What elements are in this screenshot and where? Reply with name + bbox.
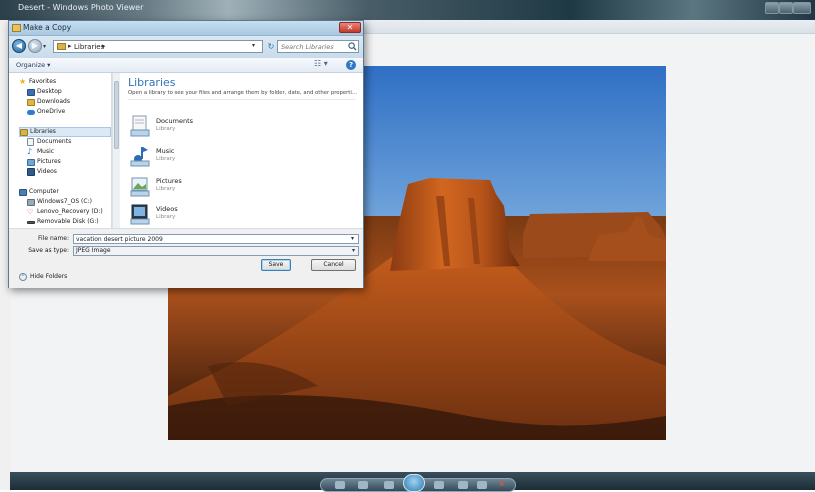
rotate-left-icon[interactable] bbox=[458, 481, 468, 489]
search-icon[interactable] bbox=[348, 42, 357, 51]
cloud-icon bbox=[27, 110, 35, 115]
search-box[interactable] bbox=[277, 40, 359, 53]
breadcrumb-separator[interactable]: ▸ bbox=[102, 42, 106, 50]
library-name: Videos bbox=[156, 205, 178, 213]
nav-label: Downloads bbox=[37, 98, 70, 105]
libraries-header: Libraries bbox=[128, 76, 176, 89]
nav-label: Desktop bbox=[37, 88, 62, 95]
savetype-value: JPEG Image bbox=[76, 247, 111, 254]
music-library-icon bbox=[130, 147, 150, 167]
libraries-description: Open a library to see your files and arr… bbox=[128, 90, 357, 96]
recent-locations-icon[interactable]: ▾ bbox=[43, 43, 46, 50]
zoom-icon[interactable] bbox=[335, 481, 345, 489]
minimize-button[interactable] bbox=[765, 2, 779, 14]
nav-label: Removable Disk (G:) bbox=[37, 218, 99, 225]
forward-button[interactable]: ▶ bbox=[28, 39, 42, 53]
libraries-icon bbox=[57, 43, 66, 50]
collapse-icon: ⌃ bbox=[19, 273, 27, 281]
library-item-pictures[interactable]: Pictures Library bbox=[130, 175, 250, 201]
nav-label: OneDrive bbox=[37, 108, 66, 115]
dialog-title: Make a Copy bbox=[23, 23, 72, 32]
divider bbox=[128, 99, 356, 100]
dialog-close-button[interactable]: ✕ bbox=[339, 22, 361, 33]
cancel-button[interactable]: Cancel bbox=[311, 259, 356, 271]
nav-label: Favorites bbox=[29, 78, 57, 85]
nav-label: Pictures bbox=[37, 158, 61, 165]
delete-icon[interactable]: ✕ bbox=[497, 480, 507, 490]
libraries-icon bbox=[20, 129, 28, 136]
save-as-type-select[interactable]: JPEG Image ▾ bbox=[73, 246, 359, 256]
command-bar: Organize ▾ ☷ ▾ ? bbox=[9, 58, 363, 73]
content-pane: Libraries Open a library to see your fil… bbox=[120, 73, 363, 228]
make-a-copy-dialog: Make a Copy ✕ ◀ ▶ ▾ ▸ Libraries ▸ ▾ ↻ Or… bbox=[8, 20, 364, 288]
dialog-titlebar[interactable]: Make a Copy ✕ bbox=[9, 21, 363, 36]
maximize-button[interactable] bbox=[779, 2, 793, 14]
nav-label: Videos bbox=[37, 168, 57, 175]
savetype-dropdown-icon[interactable]: ▾ bbox=[352, 247, 355, 254]
viewer-close-button[interactable] bbox=[793, 2, 811, 14]
breadcrumb-libraries[interactable]: Libraries bbox=[74, 43, 104, 51]
filename-label: File name: bbox=[38, 235, 69, 242]
filename-dropdown-icon[interactable]: ▾ bbox=[351, 235, 354, 242]
recovery-drive-icon: ♡ bbox=[27, 208, 34, 216]
library-type: Library bbox=[156, 126, 176, 132]
computer-icon bbox=[19, 189, 27, 196]
documents-icon bbox=[27, 138, 34, 146]
next-icon[interactable] bbox=[434, 481, 444, 489]
rotate-right-icon[interactable] bbox=[477, 481, 487, 489]
navigation-pane: ★ Favorites Desktop Downloads OneDrive L… bbox=[9, 73, 112, 228]
previous-icon[interactable] bbox=[384, 481, 394, 489]
help-icon[interactable]: ? bbox=[346, 60, 356, 70]
save-button[interactable]: Save bbox=[261, 259, 291, 271]
documents-library-icon bbox=[130, 115, 150, 137]
address-row: ◀ ▶ ▾ ▸ Libraries ▸ ▾ ↻ bbox=[9, 36, 363, 58]
library-item-documents[interactable]: Documents Library bbox=[130, 115, 250, 141]
library-item-music[interactable]: Music Library bbox=[130, 145, 250, 171]
videos-icon bbox=[27, 168, 35, 176]
drive-icon bbox=[27, 199, 35, 206]
removable-disk-icon bbox=[27, 221, 35, 224]
slideshow-button[interactable] bbox=[403, 474, 425, 492]
downloads-icon bbox=[27, 99, 35, 106]
pictures-library-icon bbox=[130, 177, 150, 197]
organize-button[interactable]: Organize ▾ bbox=[16, 61, 50, 69]
save-fields: File name: ▾ Save as type: JPEG Image ▾ … bbox=[9, 228, 363, 288]
refresh-icon[interactable]: ↻ bbox=[265, 40, 277, 53]
nav-label: Windows7_OS (C:) bbox=[37, 198, 92, 205]
star-icon: ★ bbox=[19, 77, 27, 86]
library-type: Library bbox=[156, 156, 176, 162]
library-name: Music bbox=[156, 147, 175, 155]
hide-folders-label: Hide Folders bbox=[30, 273, 68, 280]
videos-library-icon bbox=[130, 204, 150, 225]
savetype-label: Save as type: bbox=[28, 247, 69, 254]
dialog-title-icon bbox=[12, 24, 21, 32]
scrollbar-thumb[interactable] bbox=[114, 81, 119, 149]
library-item-videos[interactable]: Videos Library bbox=[130, 203, 250, 229]
nav-label: Music bbox=[37, 148, 55, 155]
change-view-icon[interactable]: ☷ ▾ bbox=[314, 59, 328, 68]
back-button[interactable]: ◀ bbox=[12, 39, 26, 53]
nav-label: Computer bbox=[29, 188, 59, 195]
library-type: Library bbox=[156, 186, 176, 192]
desktop-icon bbox=[27, 89, 35, 96]
pictures-icon bbox=[27, 159, 35, 166]
library-type: Library bbox=[156, 214, 176, 220]
nav-label: Documents bbox=[37, 138, 72, 145]
nav-item-libraries[interactable]: Libraries bbox=[19, 127, 111, 137]
nav-label: Lenovo_Recovery (D:) bbox=[37, 208, 103, 215]
address-dropdown-icon[interactable]: ▾ bbox=[252, 42, 255, 49]
actual-size-icon[interactable] bbox=[358, 481, 368, 489]
music-icon: ♪ bbox=[27, 147, 33, 156]
viewer-title: Desert - Windows Photo Viewer bbox=[18, 3, 144, 12]
library-name: Pictures bbox=[156, 177, 182, 185]
search-input[interactable] bbox=[281, 41, 343, 52]
filename-field[interactable] bbox=[73, 234, 359, 244]
viewer-titlebar[interactable]: Desert - Windows Photo Viewer bbox=[0, 0, 815, 20]
breadcrumb-separator[interactable]: ▸ bbox=[68, 42, 72, 50]
nav-label: Libraries bbox=[30, 128, 56, 135]
library-name: Documents bbox=[156, 117, 194, 125]
address-bar[interactable]: ▸ Libraries ▸ ▾ bbox=[53, 40, 263, 53]
